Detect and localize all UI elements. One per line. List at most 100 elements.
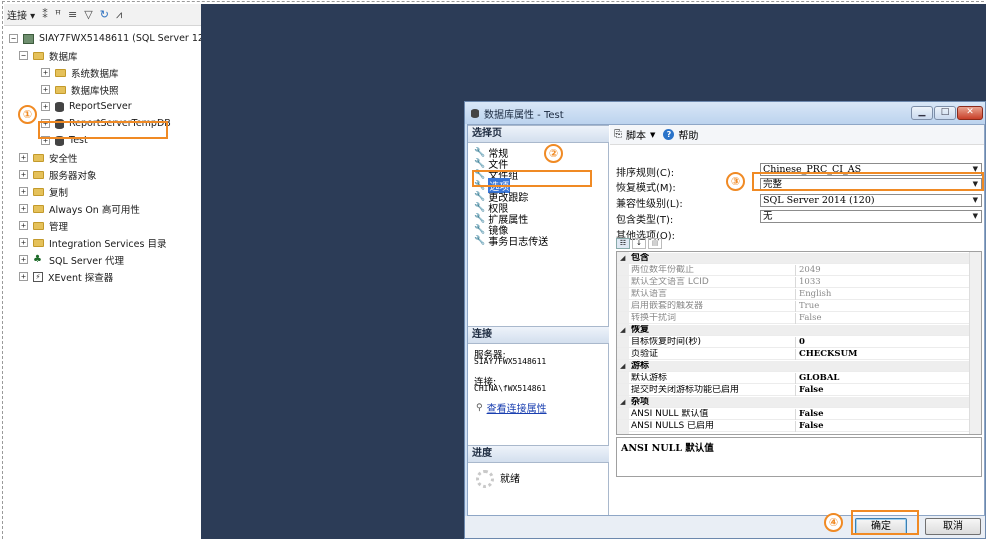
expand-icon[interactable]: + — [19, 272, 28, 281]
alphabetical-icon[interactable]: ↓ — [632, 238, 646, 249]
grid-category-row[interactable]: ◢ 杂项 — [617, 397, 969, 408]
collapse-icon[interactable]: − — [9, 34, 18, 43]
property-value[interactable]: GLOBAL — [795, 373, 969, 384]
minimize-button[interactable]: ▁ — [911, 106, 933, 120]
help-icon: ? — [663, 129, 675, 140]
expand-icon[interactable]: + — [41, 85, 50, 94]
collapse-arrow-icon[interactable]: ◢ — [620, 253, 625, 264]
grid-category-row[interactable]: ◢ 包含 — [617, 253, 969, 264]
refresh-icon[interactable]: ↻ — [100, 8, 109, 21]
expand-icon[interactable]: + — [41, 68, 50, 77]
grid-property-row[interactable]: 默认全文语言 LCID 1033 — [617, 277, 969, 288]
grid-property-row[interactable]: ANSI NULL 默认值 False — [617, 409, 969, 420]
recovery-model-label: 恢复模式(M): — [616, 183, 676, 194]
expand-icon[interactable]: + — [41, 102, 50, 111]
property-value[interactable]: 2049 — [795, 265, 969, 276]
script-icon: ⎘ — [614, 129, 622, 140]
maximize-button[interactable]: □ — [934, 106, 956, 120]
connect-filter-icon[interactable]: ⁑ — [42, 8, 48, 21]
grid-category-row[interactable]: ◢ 恢复 — [617, 325, 969, 336]
frame-border-left — [2, 1, 3, 539]
disconnect-icon[interactable]: ꟸ — [55, 8, 61, 21]
folder-icon — [33, 221, 44, 230]
folder-icon — [33, 238, 44, 247]
grid-property-row[interactable]: 启用嵌套的触发器 True — [617, 301, 969, 312]
containment-type-select[interactable]: 无 ▼ — [760, 210, 982, 223]
close-button[interactable]: ✕ — [957, 106, 983, 120]
cancel-button[interactable]: 取消 — [925, 518, 981, 535]
grid-property-row[interactable]: 页验证 CHECKSUM — [617, 349, 969, 360]
property-value[interactable]: False — [795, 385, 969, 396]
grid-property-row[interactable]: ANSI NULLS 已启用 False — [617, 421, 969, 432]
filter-icon[interactable]: ▽ — [84, 8, 92, 21]
help-button[interactable]: 帮助 — [678, 127, 698, 142]
grid-property-row[interactable]: 默认游标 GLOBAL — [617, 373, 969, 384]
activity-icon[interactable]: ⩘ — [116, 8, 122, 22]
expand-icon[interactable]: + — [19, 153, 28, 162]
grid-category-row[interactable]: ◢ 游标 — [617, 361, 969, 372]
tree-label: SIAY7FWX5148611 (SQL Server 12.0 — [39, 33, 201, 44]
property-name: 两位数年份截止 — [631, 265, 695, 275]
tree-item-integration-services[interactable]: + Integration Services 目录 — [19, 235, 166, 250]
grid-property-row[interactable]: 转换干扰词 False — [617, 313, 969, 324]
grid-property-row[interactable]: 两位数年份截止 2049 — [617, 265, 969, 276]
tree-item-xevent[interactable]: + ⚡ XEvent 探查器 — [19, 269, 113, 284]
tree-item-server[interactable]: − SIAY7FWX5148611 (SQL Server 12.0 — [9, 31, 201, 46]
grid-property-row[interactable]: 默认语言 English — [617, 289, 969, 300]
expand-icon[interactable]: + — [19, 170, 28, 179]
property-value[interactable]: False — [795, 409, 969, 420]
tree-label: 安全性 — [49, 153, 78, 165]
folder-icon — [33, 187, 44, 196]
collapse-arrow-icon[interactable]: ◢ — [620, 397, 625, 408]
stop-icon[interactable]: ≡ — [68, 8, 77, 21]
collapse-icon[interactable]: − — [19, 51, 28, 60]
property-value[interactable]: False — [795, 421, 969, 432]
property-name: 默认全文语言 LCID — [631, 277, 709, 287]
grid-property-row[interactable]: 目标恢复时间(秒) 0 — [617, 337, 969, 348]
tree-item-security[interactable]: + 安全性 — [19, 150, 78, 165]
tree-item-sql-agent[interactable]: + ♣ SQL Server 代理 — [19, 252, 124, 267]
compatibility-level-select[interactable]: SQL Server 2014 (120) ▼ — [760, 194, 982, 207]
tree-item-databases[interactable]: − 数据库 — [19, 48, 78, 63]
property-value[interactable]: CHECKSUM — [795, 349, 969, 360]
property-value[interactable]: English — [795, 289, 969, 300]
property-name: 目标恢复时间(秒) — [631, 337, 702, 347]
tree-item-snapshots[interactable]: + 数据库快照 — [41, 82, 119, 97]
chevron-down-icon: ▼ — [972, 212, 978, 220]
property-name: 默认语言 — [631, 289, 668, 299]
property-value[interactable]: 0 — [795, 337, 969, 348]
grid-scrollbar[interactable] — [969, 252, 981, 434]
expand-icon[interactable]: + — [19, 238, 28, 247]
collapse-arrow-icon[interactable]: ◢ — [620, 361, 625, 372]
tree-item-management[interactable]: + 管理 — [19, 218, 68, 233]
tree-item-system-dbs[interactable]: + 系统数据库 — [41, 65, 119, 80]
property-description: ANSI NULL 默认值 — [616, 437, 982, 477]
progress-spinner-icon — [476, 470, 494, 488]
tree-item-replication[interactable]: + 复制 — [19, 184, 68, 199]
property-value[interactable]: False — [795, 313, 969, 324]
tree-item-always-on[interactable]: + Always On 高可用性 — [19, 201, 140, 216]
page-log-shipping[interactable]: 🔧 事务日志传送 — [474, 233, 548, 249]
chevron-down-icon[interactable]: ▼ — [650, 131, 655, 139]
property-name: 包含 — [631, 253, 650, 263]
property-value[interactable]: 1033 — [795, 277, 969, 288]
folder-icon — [33, 170, 44, 179]
property-value[interactable]: True — [795, 301, 969, 312]
object-explorer: 连接 ▾ ⁑ ꟸ ≡ ▽ ↻ ⩘ − SIAY7FWX5148611 (SQL … — [4, 4, 201, 539]
categorized-icon[interactable]: ☷ — [616, 238, 630, 249]
expand-icon[interactable]: + — [19, 204, 28, 213]
expand-icon[interactable]: + — [19, 255, 28, 264]
collapse-arrow-icon[interactable]: ◢ — [620, 325, 625, 336]
script-button[interactable]: 脚本 — [626, 127, 646, 142]
property-pages-icon[interactable]: ▤ — [648, 238, 662, 249]
expand-icon[interactable]: + — [19, 221, 28, 230]
grid-property-row[interactable]: 提交时关闭游标功能已启用 False — [617, 385, 969, 396]
dialog-titlebar[interactable]: 数据库属性 - Test ▁ □ ✕ — [465, 102, 985, 124]
connect-button[interactable]: 连接 ▾ — [7, 7, 35, 22]
database-properties-dialog: 数据库属性 - Test ▁ □ ✕ 选择页 🔧 常规 🔧 文件 🔧 文件组 🔧 选项 … — [464, 101, 986, 539]
containment-type-label: 包含类型(T): — [616, 215, 674, 226]
tree-item-reportserver[interactable]: + ReportServer — [41, 99, 132, 114]
view-connection-properties-link[interactable]: ⚲ 查看连接属性 — [476, 400, 547, 416]
expand-icon[interactable]: + — [19, 187, 28, 196]
tree-item-server-objects[interactable]: + 服务器对象 — [19, 167, 97, 182]
